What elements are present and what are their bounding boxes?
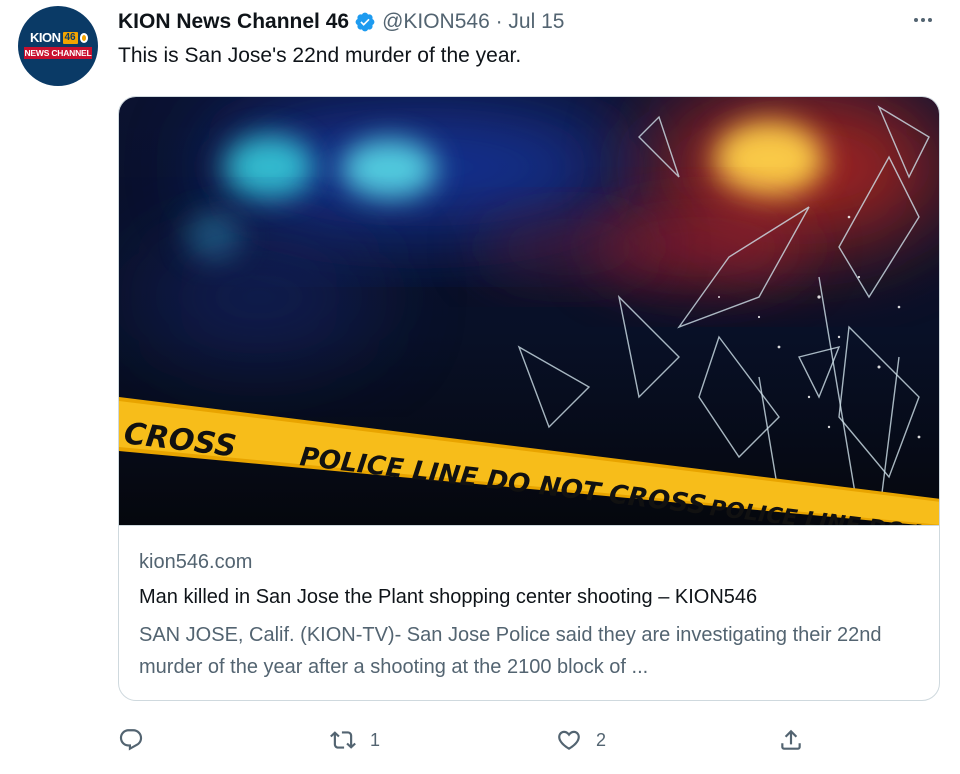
logo-word: KION [30, 30, 61, 45]
avatar[interactable]: KION 46 NEWS CHANNEL [18, 6, 98, 86]
handle-and-date[interactable]: @KION546 · Jul 15 [382, 10, 564, 34]
card-domain: kion546.com [139, 551, 253, 573]
retweet-button[interactable]: 1 [330, 722, 380, 758]
card-title: Man killed in San Jose the Plant shoppin… [139, 586, 758, 608]
kion-logo: KION 46 [30, 31, 88, 44]
card-image[interactable]: CROSS POLICE LINE DO NOT CROSS POLICE LI… [119, 97, 939, 526]
dot [921, 18, 925, 22]
reply-button[interactable] [118, 722, 144, 758]
link-card[interactable]: CROSS POLICE LINE DO NOT CROSS POLICE LI… [118, 96, 940, 701]
share-icon [781, 729, 801, 750]
reply-icon [119, 729, 143, 751]
like-count: 2 [596, 729, 607, 750]
like-button[interactable]: 2 [556, 722, 606, 758]
verified-badge-icon [354, 11, 376, 33]
tweet-text: This is San Jose's 22nd murder of the ye… [118, 44, 522, 67]
dot [914, 18, 918, 22]
share-button[interactable] [778, 722, 804, 758]
tweet-header: KION News Channel 46 @KION546 · Jul 15 [118, 7, 564, 37]
cbs-eye-icon [79, 32, 88, 43]
tweet-actions: 1 2 [118, 722, 940, 762]
logo-band: NEWS CHANNEL [24, 47, 92, 59]
retweet-icon [330, 731, 356, 749]
author-name[interactable]: KION News Channel 46 [118, 10, 349, 34]
more-options-icon[interactable] [908, 10, 938, 30]
retweet-count: 1 [370, 729, 381, 750]
card-description: SAN JOSE, Calif. (KION-TV)- San Jose Pol… [139, 624, 882, 678]
like-icon [558, 730, 580, 750]
dot [928, 18, 932, 22]
logo-number: 46 [62, 31, 78, 44]
